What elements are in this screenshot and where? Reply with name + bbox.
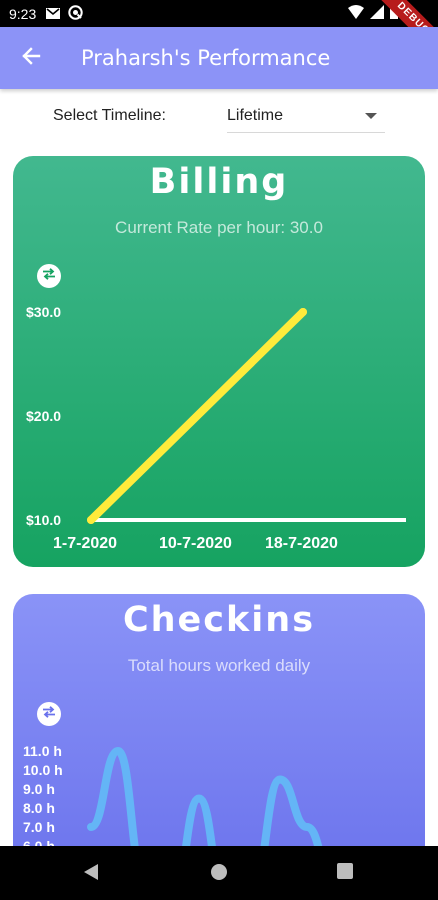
checkins-y-tick-label: 11.0 h: [23, 743, 62, 759]
back-button[interactable]: [0, 27, 62, 89]
gmail-icon: [46, 6, 61, 22]
timeline-row: Select Timeline: Lifetime: [0, 96, 438, 136]
back-triangle-icon: [83, 864, 99, 885]
checkins-y-tick-label: 7.0 h: [23, 819, 55, 835]
page-title: Praharsh's Performance: [81, 46, 331, 70]
status-time: 9:23: [9, 5, 37, 22]
timeline-dropdown[interactable]: Lifetime: [227, 96, 385, 133]
recents-square-icon: [337, 863, 353, 883]
billing-data-point: [87, 516, 95, 524]
arrow-left-icon: [21, 46, 41, 71]
nav-home-button[interactable]: [210, 863, 228, 886]
sync-icon: [68, 4, 83, 23]
home-circle-icon: [210, 864, 228, 885]
app-bar: Praharsh's Performance: [0, 27, 438, 89]
wifi-icon: [348, 5, 364, 22]
status-bar: 9:23 DEBUG: [0, 0, 438, 65]
nav-back-button[interactable]: [83, 863, 99, 886]
billing-y-tick-label: $10.0: [26, 512, 61, 528]
checkins-y-tick-label: 10.0 h: [23, 762, 63, 778]
billing-y-tick-label: $30.0: [26, 304, 61, 320]
caret-down-icon: [365, 113, 377, 119]
checkins-y-tick-label: 8.0 h: [23, 800, 55, 816]
billing-chart: $10.0 $20.0 $30.0 1-7-2020 10-7-2020 18-7-202…: [26, 304, 406, 552]
timeline-label: Select Timeline:: [53, 107, 166, 124]
signal-icon: [370, 5, 384, 22]
billing-card: Billing Current Rate per hour: 30.0 $10.…: [13, 156, 425, 567]
system-nav-bar: [0, 846, 438, 900]
billing-y-tick-label: $20.0: [26, 408, 61, 424]
billing-x-tick-label: 10-7-2020: [159, 535, 232, 552]
nav-recents-button[interactable]: [337, 863, 353, 884]
billing-data-point: [299, 308, 307, 316]
billing-x-tick-label: 1-7-2020: [53, 535, 117, 552]
timeline-selected-value: Lifetime: [227, 107, 284, 124]
billing-x-tick-label: 18-7-2020: [265, 535, 338, 552]
billing-series-line: [87, 308, 307, 524]
screen: 9:23 DEBUG Praharsh's Performance Select…: [0, 0, 438, 900]
checkins-y-tick-label: 9.0 h: [23, 781, 55, 797]
